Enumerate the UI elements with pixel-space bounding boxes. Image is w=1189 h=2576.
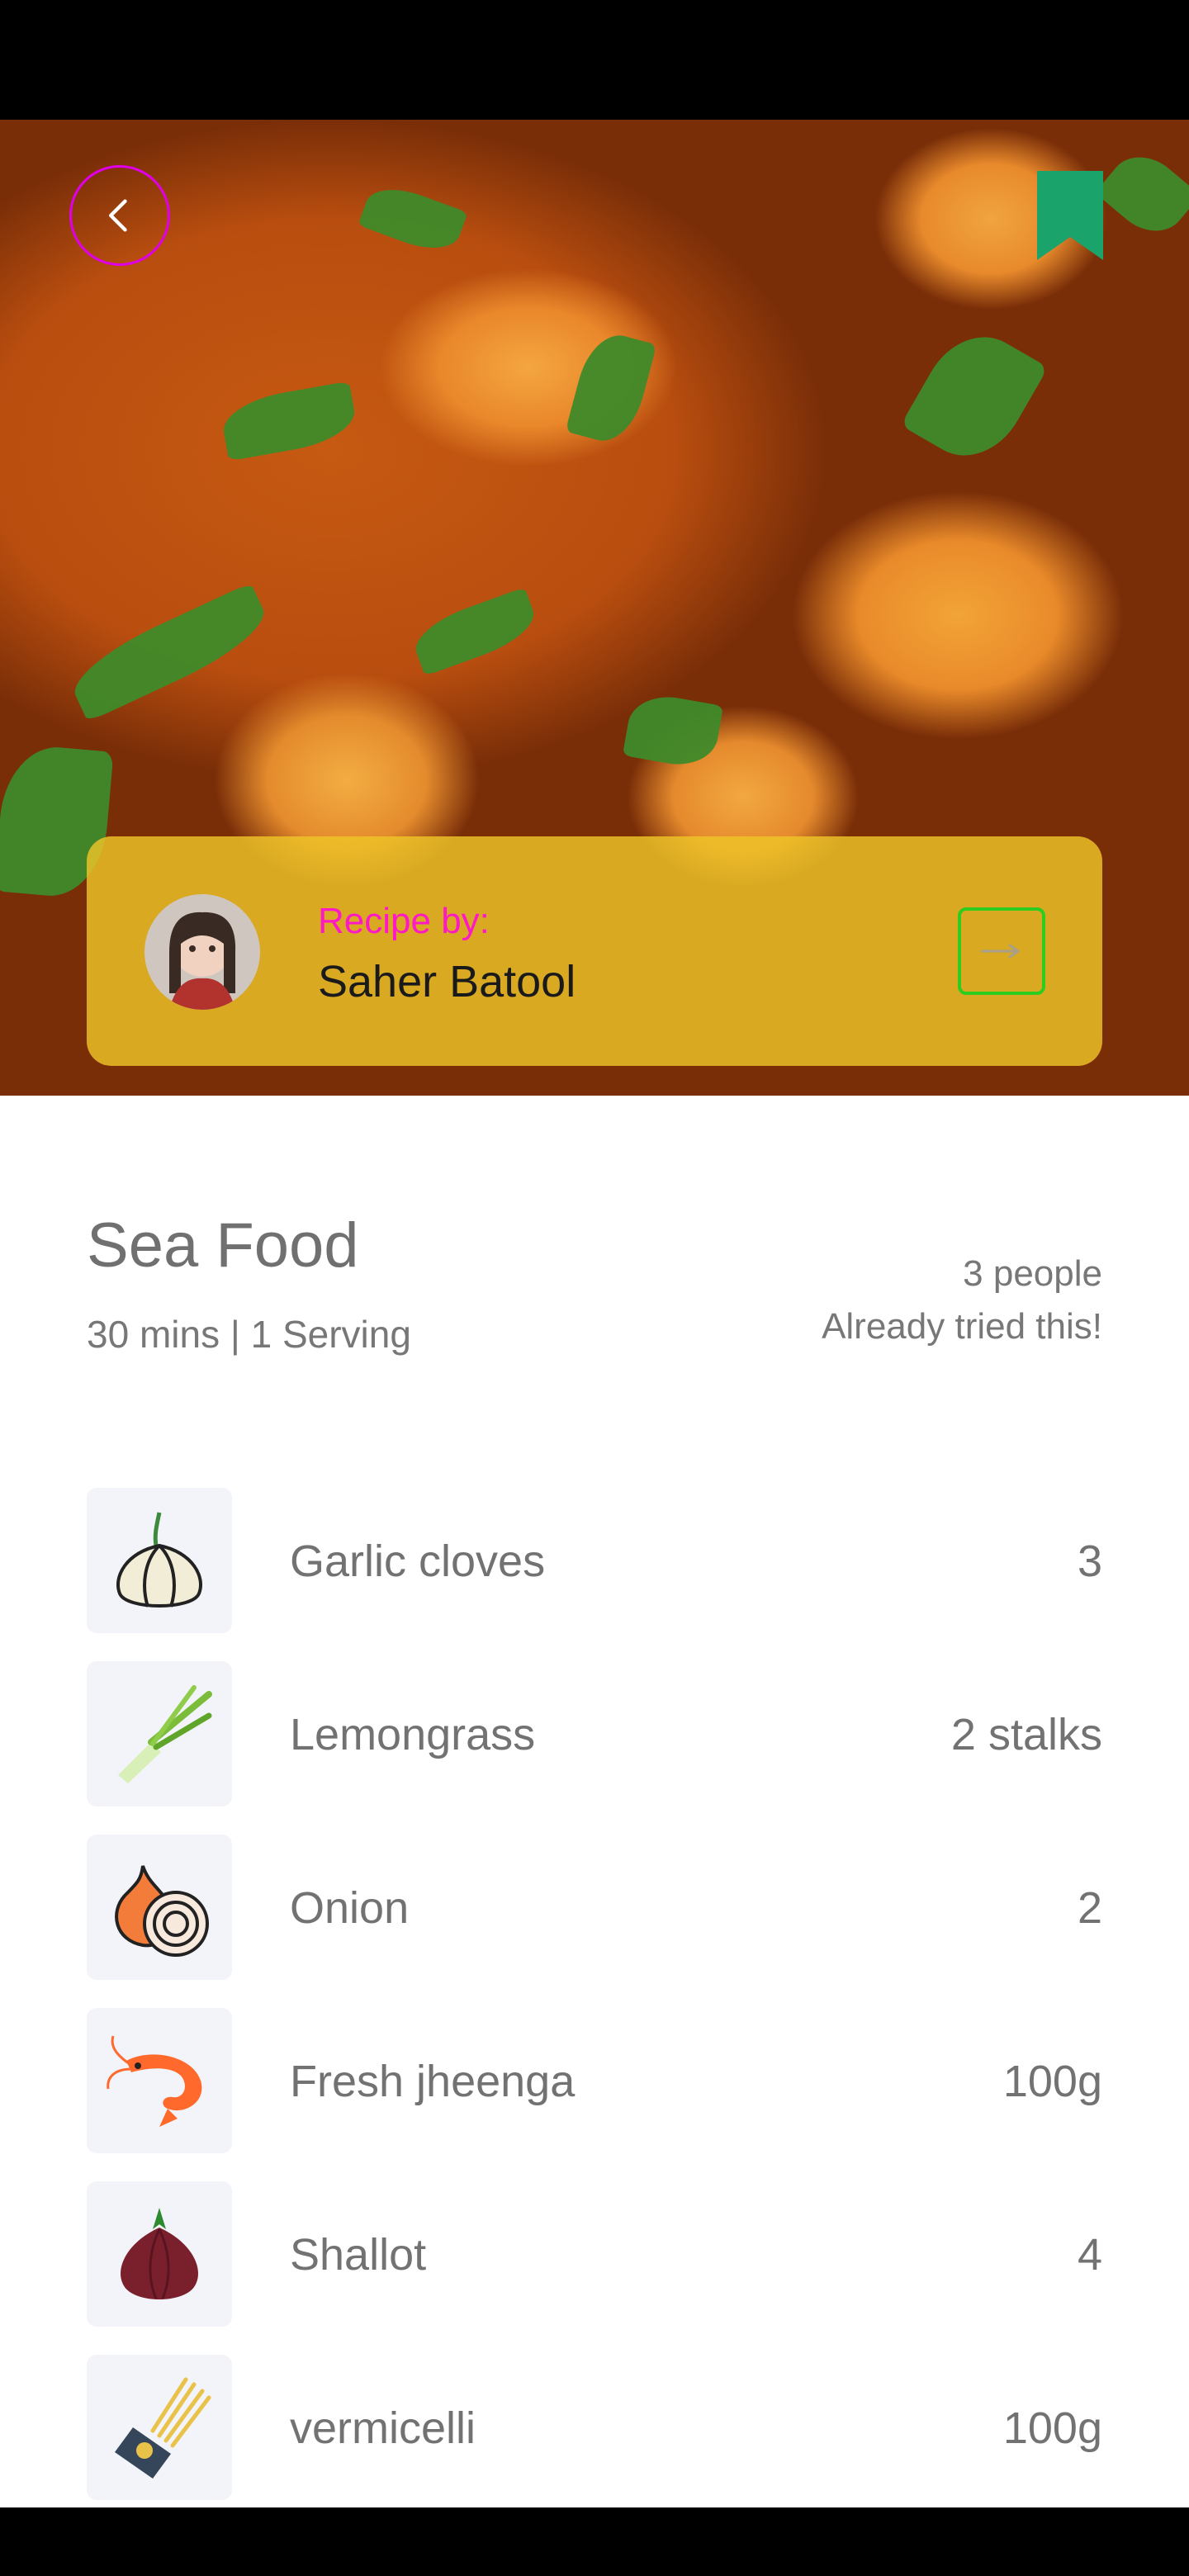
shallot-icon (87, 2181, 232, 2327)
ingredient-name: Fresh jheenga (290, 2057, 576, 2106)
follow-author-button[interactable] (958, 907, 1045, 995)
ingredient-quantity: 2 stalks (950, 1710, 1102, 1759)
lemongrass-icon (87, 1661, 232, 1807)
tried-count-text: Already tried this! (822, 1306, 1102, 1347)
status-bar (0, 0, 1189, 120)
ingredient-row[interactable]: Shallot 4 (87, 2181, 1102, 2327)
cilantro-leaf (408, 587, 542, 676)
author-avatar[interactable] (144, 894, 260, 1010)
recipe-hero-image: Recipe by: Saher Batool (0, 120, 1189, 1096)
cilantro-leaf (1094, 142, 1189, 246)
recipe-details: Sea Food 30 mins | 1 Serving 3 people Al… (0, 1096, 1189, 2507)
ingredient-quantity: 3 (1077, 1537, 1102, 1586)
ingredient-name: Shallot (290, 2230, 427, 2280)
ingredient-row[interactable]: Garlic cloves 3 (87, 1488, 1102, 1633)
back-button[interactable] (69, 165, 170, 266)
ingredient-row[interactable]: vermicelli 100g (87, 2355, 1102, 2500)
ingredient-row[interactable]: Onion 2 (87, 1835, 1102, 1980)
chevron-left-icon (109, 199, 127, 232)
shrimp-icon (87, 2008, 232, 2153)
cilantro-leaf (900, 318, 1049, 475)
cilantro-leaf (63, 582, 276, 722)
recipe-meta: 30 mins | 1 Serving (87, 1313, 411, 1356)
cilantro-leaf (358, 178, 468, 259)
ingredient-name: Garlic cloves (290, 1537, 546, 1586)
tried-count: 3 people Already tried this! (822, 1248, 1102, 1353)
author-card[interactable]: Recipe by: Saher Batool (87, 836, 1102, 1066)
recipe-title: Sea Food (87, 1210, 359, 1281)
cilantro-leaf (565, 327, 657, 449)
ingredient-row[interactable]: Lemongrass 2 stalks (87, 1661, 1102, 1807)
ingredient-row[interactable]: Fresh jheenga 100g (87, 2008, 1102, 2153)
author-name[interactable]: Saher Batool (318, 956, 576, 1007)
garlic-icon (87, 1488, 232, 1633)
system-navigation-bar (0, 2507, 1189, 2576)
ingredient-quantity: 100g (1002, 2403, 1102, 2453)
ingredient-name: Onion (290, 1883, 410, 1933)
recipe-by-label: Recipe by: (318, 901, 490, 941)
ingredient-name: vermicelli (290, 2403, 476, 2453)
cilantro-leaf (622, 690, 724, 771)
ingredient-quantity: 100g (1002, 2057, 1102, 2106)
cilantro-leaf (219, 381, 359, 462)
ingredient-quantity: 4 (1077, 2230, 1102, 2280)
bookmark-icon[interactable] (1037, 171, 1103, 260)
ingredient-quantity: 2 (1077, 1883, 1102, 1933)
onion-icon (87, 1835, 232, 1980)
vermicelli-icon (87, 2355, 232, 2500)
arrow-right-icon (980, 944, 1020, 959)
tried-count-number: 3 people (963, 1253, 1102, 1294)
ingredient-name: Lemongrass (290, 1710, 536, 1759)
